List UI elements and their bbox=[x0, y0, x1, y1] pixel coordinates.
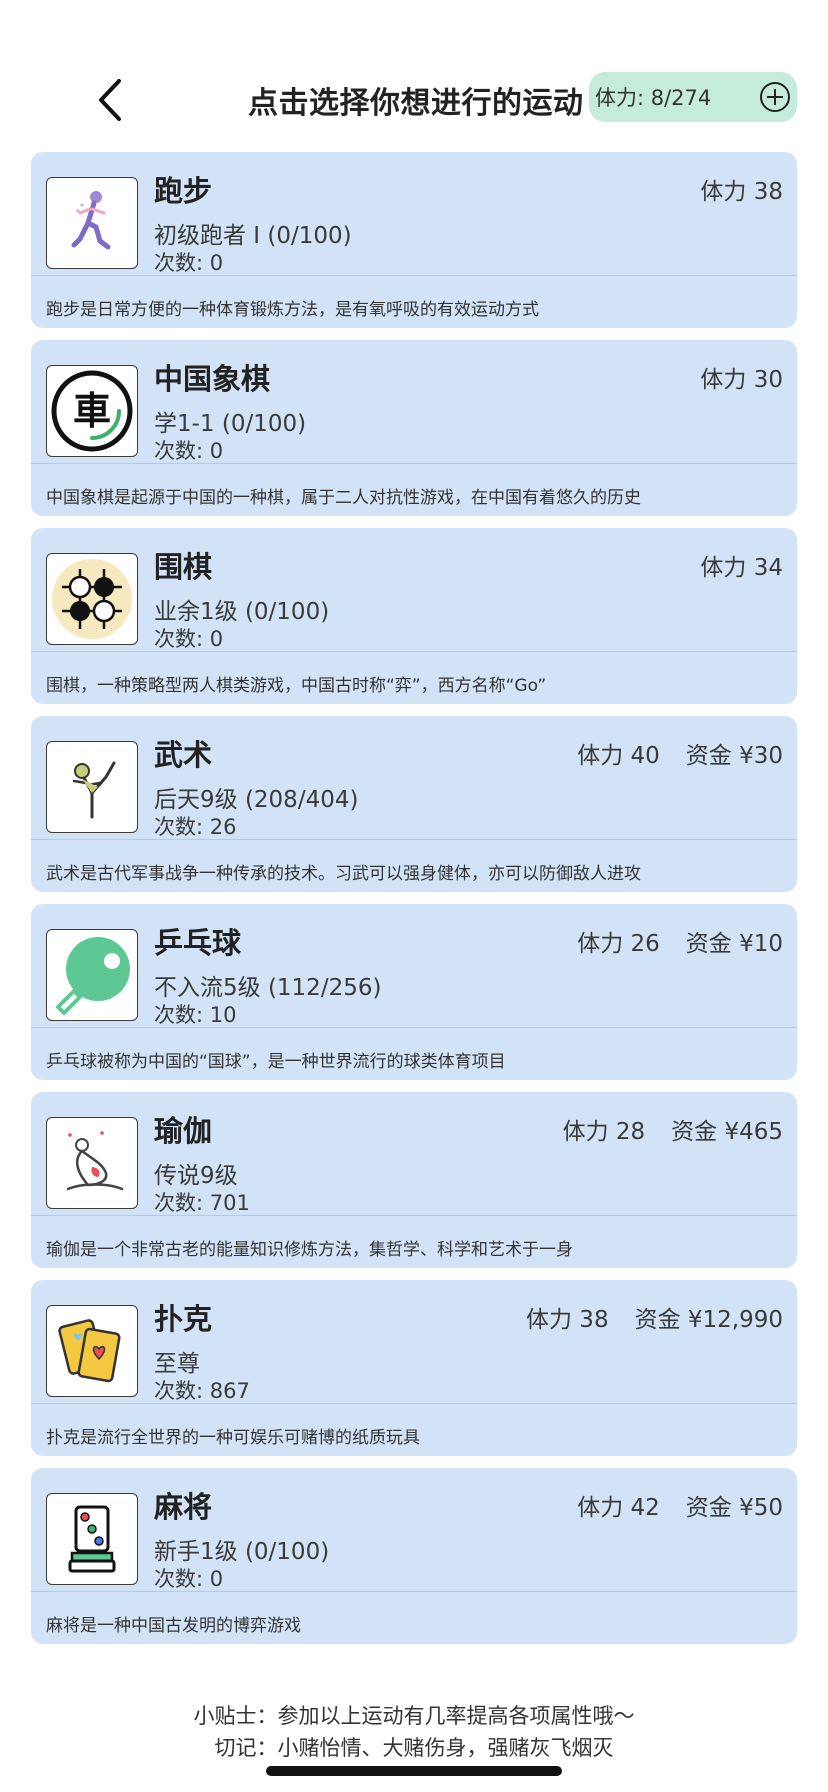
activity-count: 次数: 26 bbox=[154, 815, 237, 839]
activity-card-xiangqi[interactable]: 車 中国象棋 学1-1 (0/100) 次数: 0 体力 30 中国象棋是起源于… bbox=[31, 340, 797, 516]
activity-card-poker[interactable]: 扑克 至尊 次数: 867 体力 38 资金 ¥12,990 扑克是流行全世界的… bbox=[31, 1280, 797, 1456]
activity-name: 围棋 bbox=[154, 550, 213, 584]
activity-costs: 体力 40 资金 ¥30 bbox=[577, 736, 783, 770]
stamina-cost: 体力 26 bbox=[577, 931, 660, 957]
add-stamina-button[interactable] bbox=[759, 81, 791, 113]
activity-costs: 体力 30 bbox=[700, 360, 783, 394]
stamina-cost: 体力 30 bbox=[700, 367, 783, 393]
header: 点击选择你想进行的运动 体力: 8/274 bbox=[0, 0, 828, 150]
activity-name: 扑克 bbox=[154, 1302, 213, 1336]
activity-level: 新手1级 (0/100) bbox=[154, 1539, 330, 1565]
stamina-cost: 体力 42 bbox=[577, 1495, 660, 1521]
stamina-cost: 体力 34 bbox=[700, 555, 783, 581]
back-button[interactable] bbox=[84, 74, 136, 126]
activity-name: 中国象棋 bbox=[154, 362, 271, 396]
yoga-icon bbox=[46, 1117, 138, 1209]
go-stones-icon bbox=[46, 553, 138, 645]
activity-costs: 体力 34 bbox=[700, 548, 783, 582]
activity-card-ping-pong[interactable]: 乒乓球 不入流5级 (112/256) 次数: 10 体力 26 资金 ¥10 … bbox=[31, 904, 797, 1080]
activity-count: 次数: 0 bbox=[154, 439, 224, 463]
divider bbox=[31, 275, 797, 276]
mahjong-tile-icon bbox=[46, 1493, 138, 1585]
activity-description: 武术是古代军事战争一种传承的技术。习武可以强身健体，亦可以防御敌人进攻 bbox=[46, 864, 641, 884]
funds-cost: 资金 ¥50 bbox=[685, 1495, 783, 1521]
activity-count: 次数: 0 bbox=[154, 251, 224, 275]
runner-icon bbox=[46, 177, 138, 269]
activity-card-running[interactable]: 跑步 初级跑者 I (0/100) 次数: 0 体力 38 跑步是日常方便的一种… bbox=[31, 152, 797, 328]
activity-level: 传说9级 bbox=[154, 1163, 238, 1189]
activity-count: 次数: 10 bbox=[154, 1003, 237, 1027]
activity-level: 业余1级 (0/100) bbox=[154, 599, 330, 625]
funds-cost: 资金 ¥10 bbox=[685, 931, 783, 957]
activity-costs: 体力 26 资金 ¥10 bbox=[577, 924, 783, 958]
activity-level: 学1-1 (0/100) bbox=[154, 411, 307, 437]
activity-name: 麻将 bbox=[154, 1490, 213, 1524]
activity-level: 后天9级 (208/404) bbox=[154, 787, 359, 813]
divider bbox=[31, 1591, 797, 1592]
divider bbox=[31, 651, 797, 652]
divider bbox=[31, 1403, 797, 1404]
divider bbox=[31, 1215, 797, 1216]
funds-cost: 资金 ¥465 bbox=[671, 1119, 783, 1145]
funds-cost: 资金 ¥30 bbox=[685, 743, 783, 769]
activity-level: 初级跑者 I (0/100) bbox=[154, 223, 352, 249]
stamina-cost: 体力 28 bbox=[562, 1119, 646, 1145]
activity-card-mahjong[interactable]: 麻将 新手1级 (0/100) 次数: 0 体力 42 资金 ¥50 麻将是一种… bbox=[31, 1468, 797, 1644]
activity-name: 瑜伽 bbox=[154, 1114, 213, 1148]
stamina-cost: 体力 38 bbox=[526, 1307, 609, 1333]
home-indicator[interactable] bbox=[266, 1766, 562, 1776]
activity-description: 跑步是日常方便的一种体育锻炼方法，是有氧呼吸的有效运动方式 bbox=[46, 300, 539, 320]
activity-card-go[interactable]: 围棋 业余1级 (0/100) 次数: 0 体力 34 围棋，一种策略型两人棋类… bbox=[31, 528, 797, 704]
playing-cards-icon bbox=[46, 1305, 138, 1397]
footer-warning: 切记：小赌怡情、大赌伤身，强赌灰飞烟灭 bbox=[214, 1736, 614, 1760]
activity-count: 次数: 0 bbox=[154, 1567, 224, 1591]
ping-pong-icon bbox=[46, 929, 138, 1021]
activity-description: 瑜伽是一个非常古老的能量知识修炼方法，集哲学、科学和艺术于一身 bbox=[46, 1240, 573, 1260]
activity-list: 跑步 初级跑者 I (0/100) 次数: 0 体力 38 跑步是日常方便的一种… bbox=[31, 152, 797, 1656]
activity-card-yoga[interactable]: 瑜伽 传说9级 次数: 701 体力 28 资金 ¥465 瑜伽是一个非常古老的… bbox=[31, 1092, 797, 1268]
footer-tip: 小贴士：参加以上运动有几率提高各项属性哦～ bbox=[193, 1704, 635, 1728]
stamina-value: 体力: 8/274 bbox=[595, 86, 712, 110]
activity-card-martial-arts[interactable]: 武术 后天9级 (208/404) 次数: 26 体力 40 资金 ¥30 武术… bbox=[31, 716, 797, 892]
xiangqi-glyph: 車 bbox=[73, 389, 111, 433]
activity-description: 中国象棋是起源于中国的一种棋，属于二人对抗性游戏，在中国有着悠久的历史 bbox=[46, 488, 641, 508]
activity-description: 乒乓球被称为中国的“国球”，是一种世界流行的球类体育项目 bbox=[46, 1052, 506, 1072]
activity-name: 武术 bbox=[154, 738, 213, 772]
activity-costs: 体力 42 资金 ¥50 bbox=[577, 1488, 783, 1522]
activity-count: 次数: 867 bbox=[154, 1379, 250, 1403]
divider bbox=[31, 839, 797, 840]
activity-description: 围棋，一种策略型两人棋类游戏，中国古时称“弈”，西方名称“Go” bbox=[46, 676, 547, 696]
footer: 小贴士：参加以上运动有几率提高各项属性哦～ 切记：小赌怡情、大赌伤身，强赌灰飞烟… bbox=[0, 1700, 828, 1764]
page-title: 点击选择你想进行的运动 bbox=[248, 86, 584, 121]
martial-arts-icon bbox=[46, 741, 138, 833]
activity-count: 次数: 701 bbox=[154, 1191, 250, 1215]
activity-level: 不入流5级 (112/256) bbox=[154, 975, 382, 1001]
activity-costs: 体力 28 资金 ¥465 bbox=[563, 1112, 783, 1146]
activity-costs: 体力 38 bbox=[700, 172, 783, 206]
activity-costs: 体力 38 资金 ¥12,990 bbox=[526, 1300, 783, 1334]
stamina-cost: 体力 40 bbox=[577, 743, 660, 769]
stamina-cost: 体力 38 bbox=[700, 179, 783, 205]
divider bbox=[31, 1027, 797, 1028]
activity-name: 跑步 bbox=[154, 174, 213, 208]
activity-name: 乒乓球 bbox=[154, 926, 242, 960]
chevron-left-icon bbox=[99, 79, 121, 121]
divider bbox=[31, 463, 797, 464]
activity-level: 至尊 bbox=[154, 1351, 200, 1377]
activity-count: 次数: 0 bbox=[154, 627, 224, 651]
funds-cost: 资金 ¥12,990 bbox=[634, 1307, 783, 1333]
xiangqi-icon: 車 bbox=[46, 365, 138, 457]
activity-description: 扑克是流行全世界的一种可娱乐可赌博的纸质玩具 bbox=[46, 1428, 420, 1448]
activity-description: 麻将是一种中国古发明的博弈游戏 bbox=[46, 1616, 301, 1636]
stamina-badge: 体力: 8/274 bbox=[589, 72, 797, 122]
